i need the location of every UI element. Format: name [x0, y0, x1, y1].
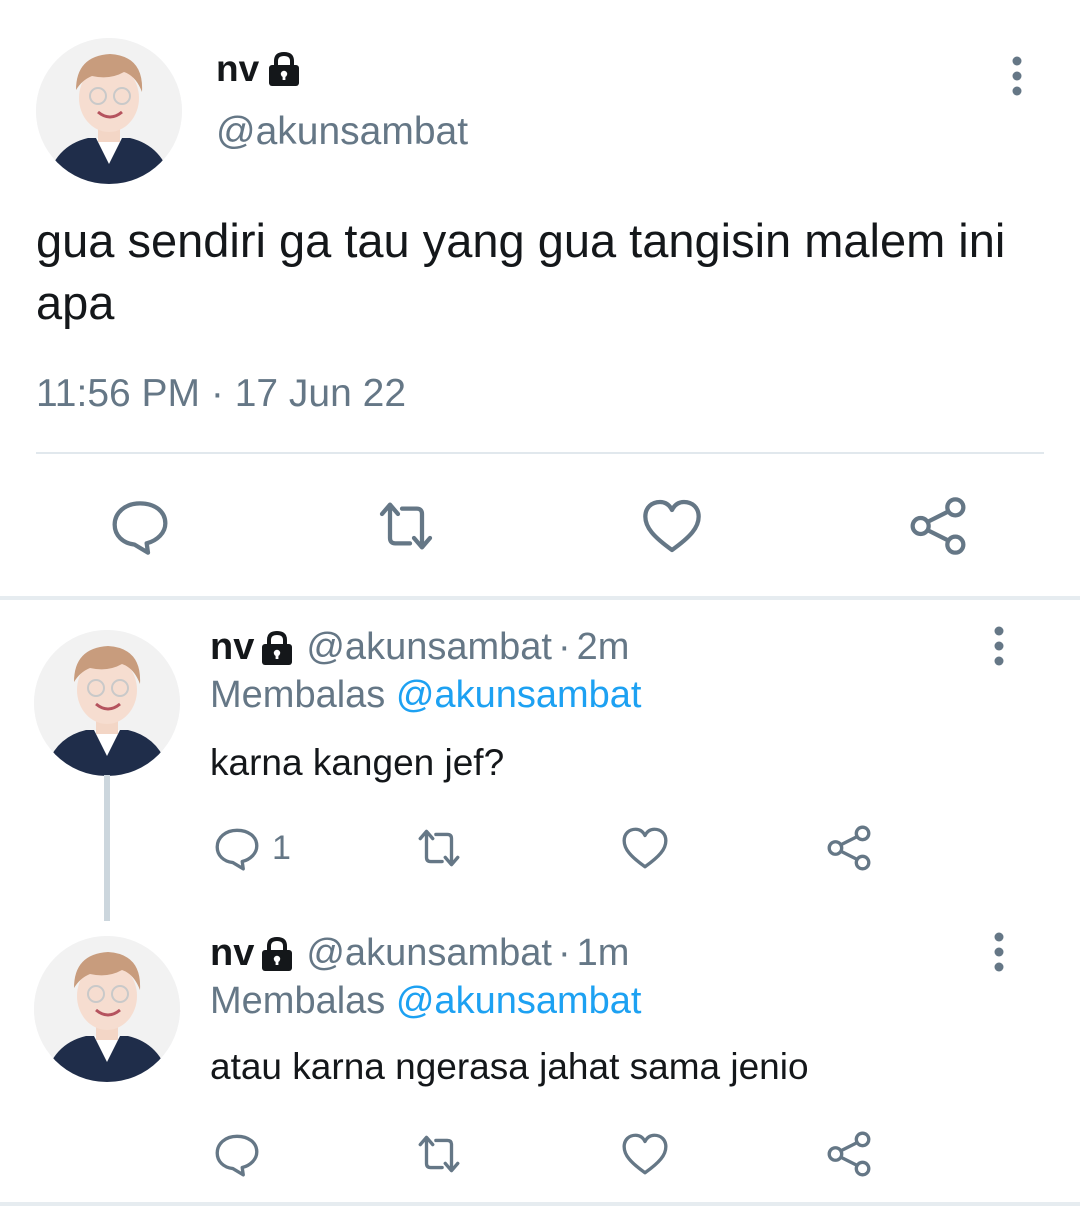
like-button[interactable]	[620, 822, 670, 874]
separator-dot: ·	[557, 932, 571, 974]
share-button[interactable]	[904, 494, 972, 558]
lock-icon	[260, 936, 294, 972]
like-button[interactable]	[620, 1128, 670, 1180]
share-icon	[824, 1129, 874, 1179]
reply-icon	[212, 1129, 262, 1179]
reply-count: 1	[272, 828, 291, 867]
reply-time: 2m	[576, 626, 630, 668]
avatar[interactable]	[34, 630, 180, 776]
share-icon	[824, 823, 874, 873]
avatar[interactable]	[36, 38, 182, 184]
avatar[interactable]	[34, 936, 180, 1082]
like-icon	[620, 1129, 670, 1179]
author-name[interactable]: nv	[216, 48, 301, 90]
retweet-button[interactable]	[414, 1128, 464, 1180]
retweet-icon	[414, 1129, 464, 1179]
display-name[interactable]: nv	[210, 626, 254, 669]
retweet-button[interactable]	[372, 494, 440, 558]
reply-text: karna kangen jef?	[210, 742, 505, 783]
reply-text: atau karna ngerasa jahat sama jenio	[210, 1046, 809, 1087]
like-icon	[620, 823, 670, 873]
author-handle[interactable]: @akunsambat	[306, 626, 552, 669]
tweet-text: gua sendiri ga tau yang gua tangisin mal…	[36, 214, 1006, 329]
author-handle[interactable]: @akunsambat	[216, 110, 468, 154]
more-options-icon[interactable]	[986, 626, 1012, 666]
reply-button[interactable]: 1	[212, 822, 291, 874]
like-icon	[638, 494, 706, 558]
reply-icon	[212, 823, 262, 873]
reply-header: nv @akunsambat · 1m	[210, 932, 629, 975]
share-button[interactable]	[824, 1128, 874, 1180]
reply-button[interactable]	[106, 494, 174, 558]
tweet-timestamp: 11:56 PM · 17 Jun 22	[36, 372, 407, 415]
retweet-button[interactable]	[414, 822, 464, 874]
author-handle[interactable]: @akunsambat	[306, 932, 552, 975]
separator-dot: ·	[557, 626, 571, 668]
replying-prefix: Membalas	[210, 674, 386, 716]
retweet-icon	[414, 823, 464, 873]
retweet-icon	[372, 494, 440, 558]
reply-time: 1m	[576, 932, 630, 974]
reply-icon	[106, 494, 174, 558]
more-options-icon[interactable]	[986, 932, 1012, 972]
main-tweet: nv @akunsambat gua sendiri ga tau yang g…	[0, 0, 1080, 598]
more-options-icon[interactable]	[1004, 56, 1030, 96]
section-divider	[0, 596, 1080, 600]
mention-link[interactable]: @akunsambat	[396, 674, 642, 716]
thread-connector	[104, 775, 110, 921]
display-name[interactable]: nv	[210, 932, 254, 975]
share-button[interactable]	[824, 822, 874, 874]
replying-to: Membalas @akunsambat	[210, 980, 641, 1023]
like-button[interactable]	[638, 494, 706, 558]
replying-to: Membalas @akunsambat	[210, 674, 641, 717]
mention-link[interactable]: @akunsambat	[396, 980, 642, 1022]
bottom-divider	[0, 1202, 1080, 1206]
lock-icon	[267, 51, 301, 87]
divider	[36, 452, 1044, 454]
lock-icon	[260, 630, 294, 666]
reply-button[interactable]	[212, 1128, 272, 1180]
share-icon	[904, 494, 972, 558]
reply-header: nv @akunsambat · 2m	[210, 626, 629, 669]
display-name: nv	[216, 48, 260, 89]
replying-prefix: Membalas	[210, 980, 386, 1022]
